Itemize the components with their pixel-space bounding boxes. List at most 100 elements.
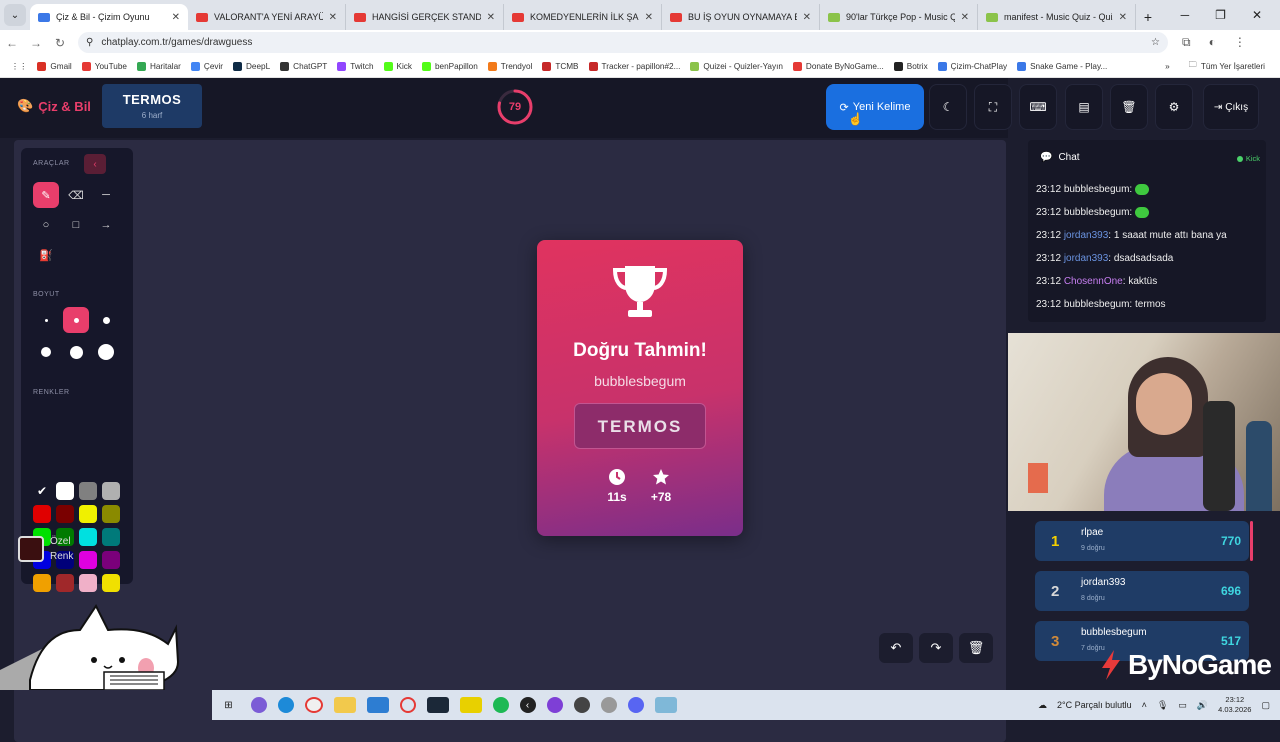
extensions-icon[interactable]: ⧉ bbox=[1182, 35, 1191, 50]
circle-tool[interactable]: ○ bbox=[33, 212, 59, 238]
chat-username[interactable]: bubblesbegum bbox=[1064, 207, 1130, 218]
rectangle-tool[interactable]: □ bbox=[63, 212, 89, 238]
forward-icon[interactable]: → bbox=[24, 36, 48, 50]
all-bookmarks-link[interactable]: 🗀 Tüm Yer İşaretleri bbox=[1184, 59, 1270, 73]
size-option-4[interactable] bbox=[33, 339, 59, 365]
copilot-icon[interactable] bbox=[250, 697, 267, 713]
task-view-icon[interactable]: ⊞ bbox=[218, 697, 240, 713]
color-swatch[interactable] bbox=[102, 505, 120, 523]
system-clock[interactable]: 23:12 4.03.2026 bbox=[1218, 695, 1251, 715]
keyboard-button[interactable]: ⌨ bbox=[1019, 84, 1057, 130]
close-tab-icon[interactable]: ✕ bbox=[961, 12, 969, 23]
bookmark-item[interactable]: Gmail bbox=[32, 61, 76, 71]
color-swatch[interactable] bbox=[102, 574, 120, 592]
bookmark-item[interactable]: TCMB bbox=[537, 61, 583, 71]
bookmark-item[interactable]: ChatGPT bbox=[275, 61, 332, 71]
browser-tab[interactable]: manifest - Music Quiz - Quizei ✕ bbox=[978, 4, 1136, 30]
close-tab-icon[interactable]: ✕ bbox=[803, 12, 811, 23]
file-explorer-icon[interactable] bbox=[333, 697, 356, 713]
spotify-icon[interactable] bbox=[492, 697, 509, 713]
size-option-1[interactable] bbox=[33, 307, 59, 333]
restore-icon[interactable]: ❐ bbox=[1215, 8, 1226, 22]
custom-color-swatch[interactable] bbox=[18, 536, 44, 562]
more-bookmarks-icon[interactable]: » bbox=[1165, 62, 1170, 71]
notepad-icon[interactable] bbox=[654, 697, 677, 713]
arrow-tool[interactable]: → bbox=[93, 212, 119, 238]
edge-icon[interactable] bbox=[277, 697, 294, 713]
bookmark-item[interactable]: Kick bbox=[379, 61, 417, 71]
site-info-icon[interactable]: ⚲ bbox=[86, 37, 93, 48]
new-tab-button[interactable]: + bbox=[1136, 4, 1160, 30]
color-swatch[interactable] bbox=[79, 482, 97, 500]
collapse-panel-button[interactable]: ‹ bbox=[84, 154, 106, 174]
new-word-button[interactable]: ⟳ Yeni Kelime bbox=[826, 84, 924, 130]
size-option-5[interactable] bbox=[63, 339, 89, 365]
chat-username[interactable]: bubblesbegum bbox=[1064, 184, 1130, 195]
color-swatch[interactable] bbox=[56, 574, 74, 592]
redo-button[interactable]: ↷ bbox=[919, 633, 953, 663]
minimize-icon[interactable]: ─ bbox=[1181, 8, 1190, 22]
color-swatch[interactable]: ✔ bbox=[33, 482, 51, 500]
close-tab-icon[interactable]: ✕ bbox=[487, 12, 495, 23]
size-option-2[interactable] bbox=[63, 307, 89, 333]
weather-text[interactable]: 2°C Parçalı bulutlu bbox=[1057, 700, 1132, 710]
color-swatch[interactable] bbox=[56, 482, 74, 500]
archive-button[interactable]: ▤ bbox=[1065, 84, 1103, 130]
chat-username[interactable]: bubblesbegum bbox=[1064, 299, 1130, 310]
color-swatch[interactable] bbox=[102, 528, 120, 546]
bookmark-item[interactable]: Snake Game - Play... bbox=[1012, 61, 1112, 71]
steam-icon[interactable] bbox=[426, 697, 449, 713]
close-tab-icon[interactable]: ✕ bbox=[645, 12, 653, 23]
exit-button[interactable]: ⇥ Çıkış bbox=[1203, 84, 1259, 130]
bookmark-item[interactable]: Trendyol bbox=[483, 61, 538, 71]
back-icon[interactable]: ← bbox=[0, 36, 24, 50]
discord-icon[interactable] bbox=[627, 697, 644, 713]
chat-username[interactable]: jordan393 bbox=[1064, 253, 1108, 264]
bookmark-item[interactable]: Tracker - papillon#2... bbox=[584, 61, 686, 71]
browser-tab[interactable]: Çiz & Bil - Çizim Oyunu ✕ bbox=[30, 4, 188, 30]
color-swatch[interactable] bbox=[102, 551, 120, 569]
trash-button[interactable]: 🗑 bbox=[1110, 84, 1148, 130]
bookmark-item[interactable]: Quizei - Quizler-Yayın bbox=[685, 61, 787, 71]
obs-icon[interactable] bbox=[546, 697, 563, 713]
bookmark-item[interactable]: Twitch bbox=[332, 61, 378, 71]
tray-chevron-icon[interactable]: ˄ bbox=[1142, 700, 1147, 710]
bookmark-item[interactable]: Botrix bbox=[889, 61, 933, 71]
eraser-tool[interactable]: ⌫ bbox=[63, 182, 89, 208]
custom-color[interactable]: Özel Renk bbox=[18, 534, 73, 564]
line-tool[interactable]: ─ bbox=[93, 182, 119, 208]
fullscreen-button[interactable]: ⛶ bbox=[974, 84, 1012, 130]
color-swatch[interactable] bbox=[79, 574, 97, 592]
color-swatch[interactable] bbox=[33, 574, 51, 592]
color-swatch[interactable] bbox=[56, 505, 74, 523]
close-tab-icon[interactable]: ✕ bbox=[172, 12, 180, 23]
opera-icon[interactable] bbox=[399, 697, 416, 713]
reload-icon[interactable]: ↻ bbox=[48, 36, 72, 50]
browser-tab[interactable]: HANGİSİ GERÇEK STAND-UP KO✕ bbox=[346, 4, 504, 30]
chat-username[interactable]: ChosennOne bbox=[1064, 276, 1123, 287]
chat-username[interactable]: jordan393 bbox=[1064, 230, 1108, 241]
brush-tool[interactable]: ✎ bbox=[33, 182, 59, 208]
volume-icon[interactable]: 🔊 bbox=[1197, 700, 1208, 711]
tab-search-button[interactable]: ⌄ bbox=[4, 4, 26, 26]
bookmark-item[interactable]: Donate ByNoGame... bbox=[788, 61, 889, 71]
color-swatch[interactable] bbox=[33, 505, 51, 523]
network-icon[interactable]: ▭ bbox=[1178, 700, 1187, 711]
bookmark-item[interactable]: benPapillon bbox=[417, 61, 483, 71]
leaderboard-scrollbar[interactable] bbox=[1250, 521, 1253, 561]
bookmark-star-icon[interactable]: ☆ bbox=[1151, 37, 1160, 48]
settings-button[interactable]: ⚙ bbox=[1155, 84, 1193, 130]
size-option-3[interactable] bbox=[93, 307, 119, 333]
color-swatch[interactable] bbox=[79, 551, 97, 569]
close-tab-icon[interactable]: ✕ bbox=[329, 12, 337, 23]
color-swatch[interactable] bbox=[79, 528, 97, 546]
app-icon-2[interactable] bbox=[600, 697, 617, 713]
color-swatch[interactable] bbox=[79, 505, 97, 523]
bookmark-item[interactable]: Çizim-ChatPlay bbox=[933, 61, 1012, 71]
kick-icon[interactable]: ‹ bbox=[519, 697, 536, 713]
bookmark-item[interactable]: Haritalar bbox=[132, 61, 186, 71]
bookmark-item[interactable]: Çevir bbox=[186, 61, 228, 71]
mic-icon[interactable]: 🎙 bbox=[1157, 700, 1168, 711]
bookmark-item[interactable]: DeepL bbox=[228, 61, 275, 71]
browser-tab[interactable]: 90'lar Türkçe Pop - Music Quiz✕ bbox=[820, 4, 978, 30]
